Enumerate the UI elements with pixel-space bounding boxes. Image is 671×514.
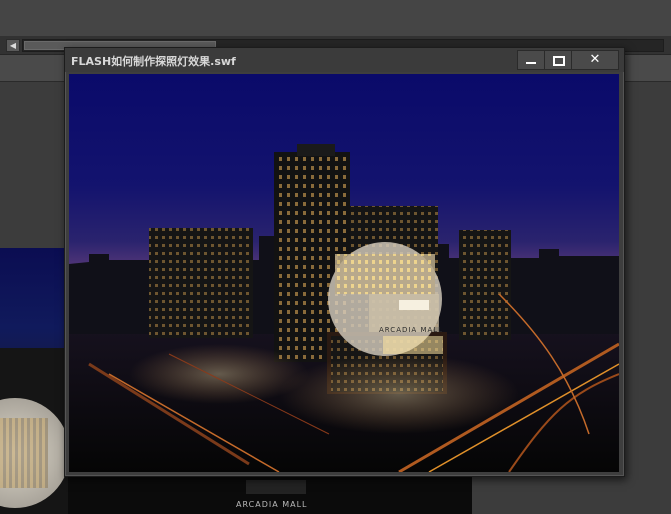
close-button[interactable]: ✕ (571, 50, 619, 70)
close-icon: ✕ (589, 52, 601, 67)
swf-player-window[interactable]: FLASH如何制作探照灯效果.swf ✕ ARCADIA MALL (64, 47, 625, 477)
scroll-left-arrow-icon[interactable]: ◀ (6, 39, 20, 52)
night-city-scene: ARCADIA MALL (69, 74, 619, 472)
maximize-icon (553, 56, 565, 66)
minimize-button[interactable] (517, 50, 545, 70)
swf-stage[interactable]: ARCADIA MALL (69, 74, 619, 472)
window-title-bar[interactable]: FLASH如何制作探照灯效果.swf ✕ (65, 48, 624, 72)
stage-image-left (0, 248, 68, 514)
window-title: FLASH如何制作探照灯效果.swf (71, 55, 236, 68)
mall-sign-text: ARCADIA MALL (236, 500, 308, 509)
minimize-icon (526, 62, 536, 64)
stage-image-bottom: ARCADIA MALL (68, 476, 472, 514)
maximize-button[interactable] (544, 50, 572, 70)
mall-sign: ARCADIA MALL (379, 326, 443, 334)
ide-menu-area (0, 0, 671, 36)
